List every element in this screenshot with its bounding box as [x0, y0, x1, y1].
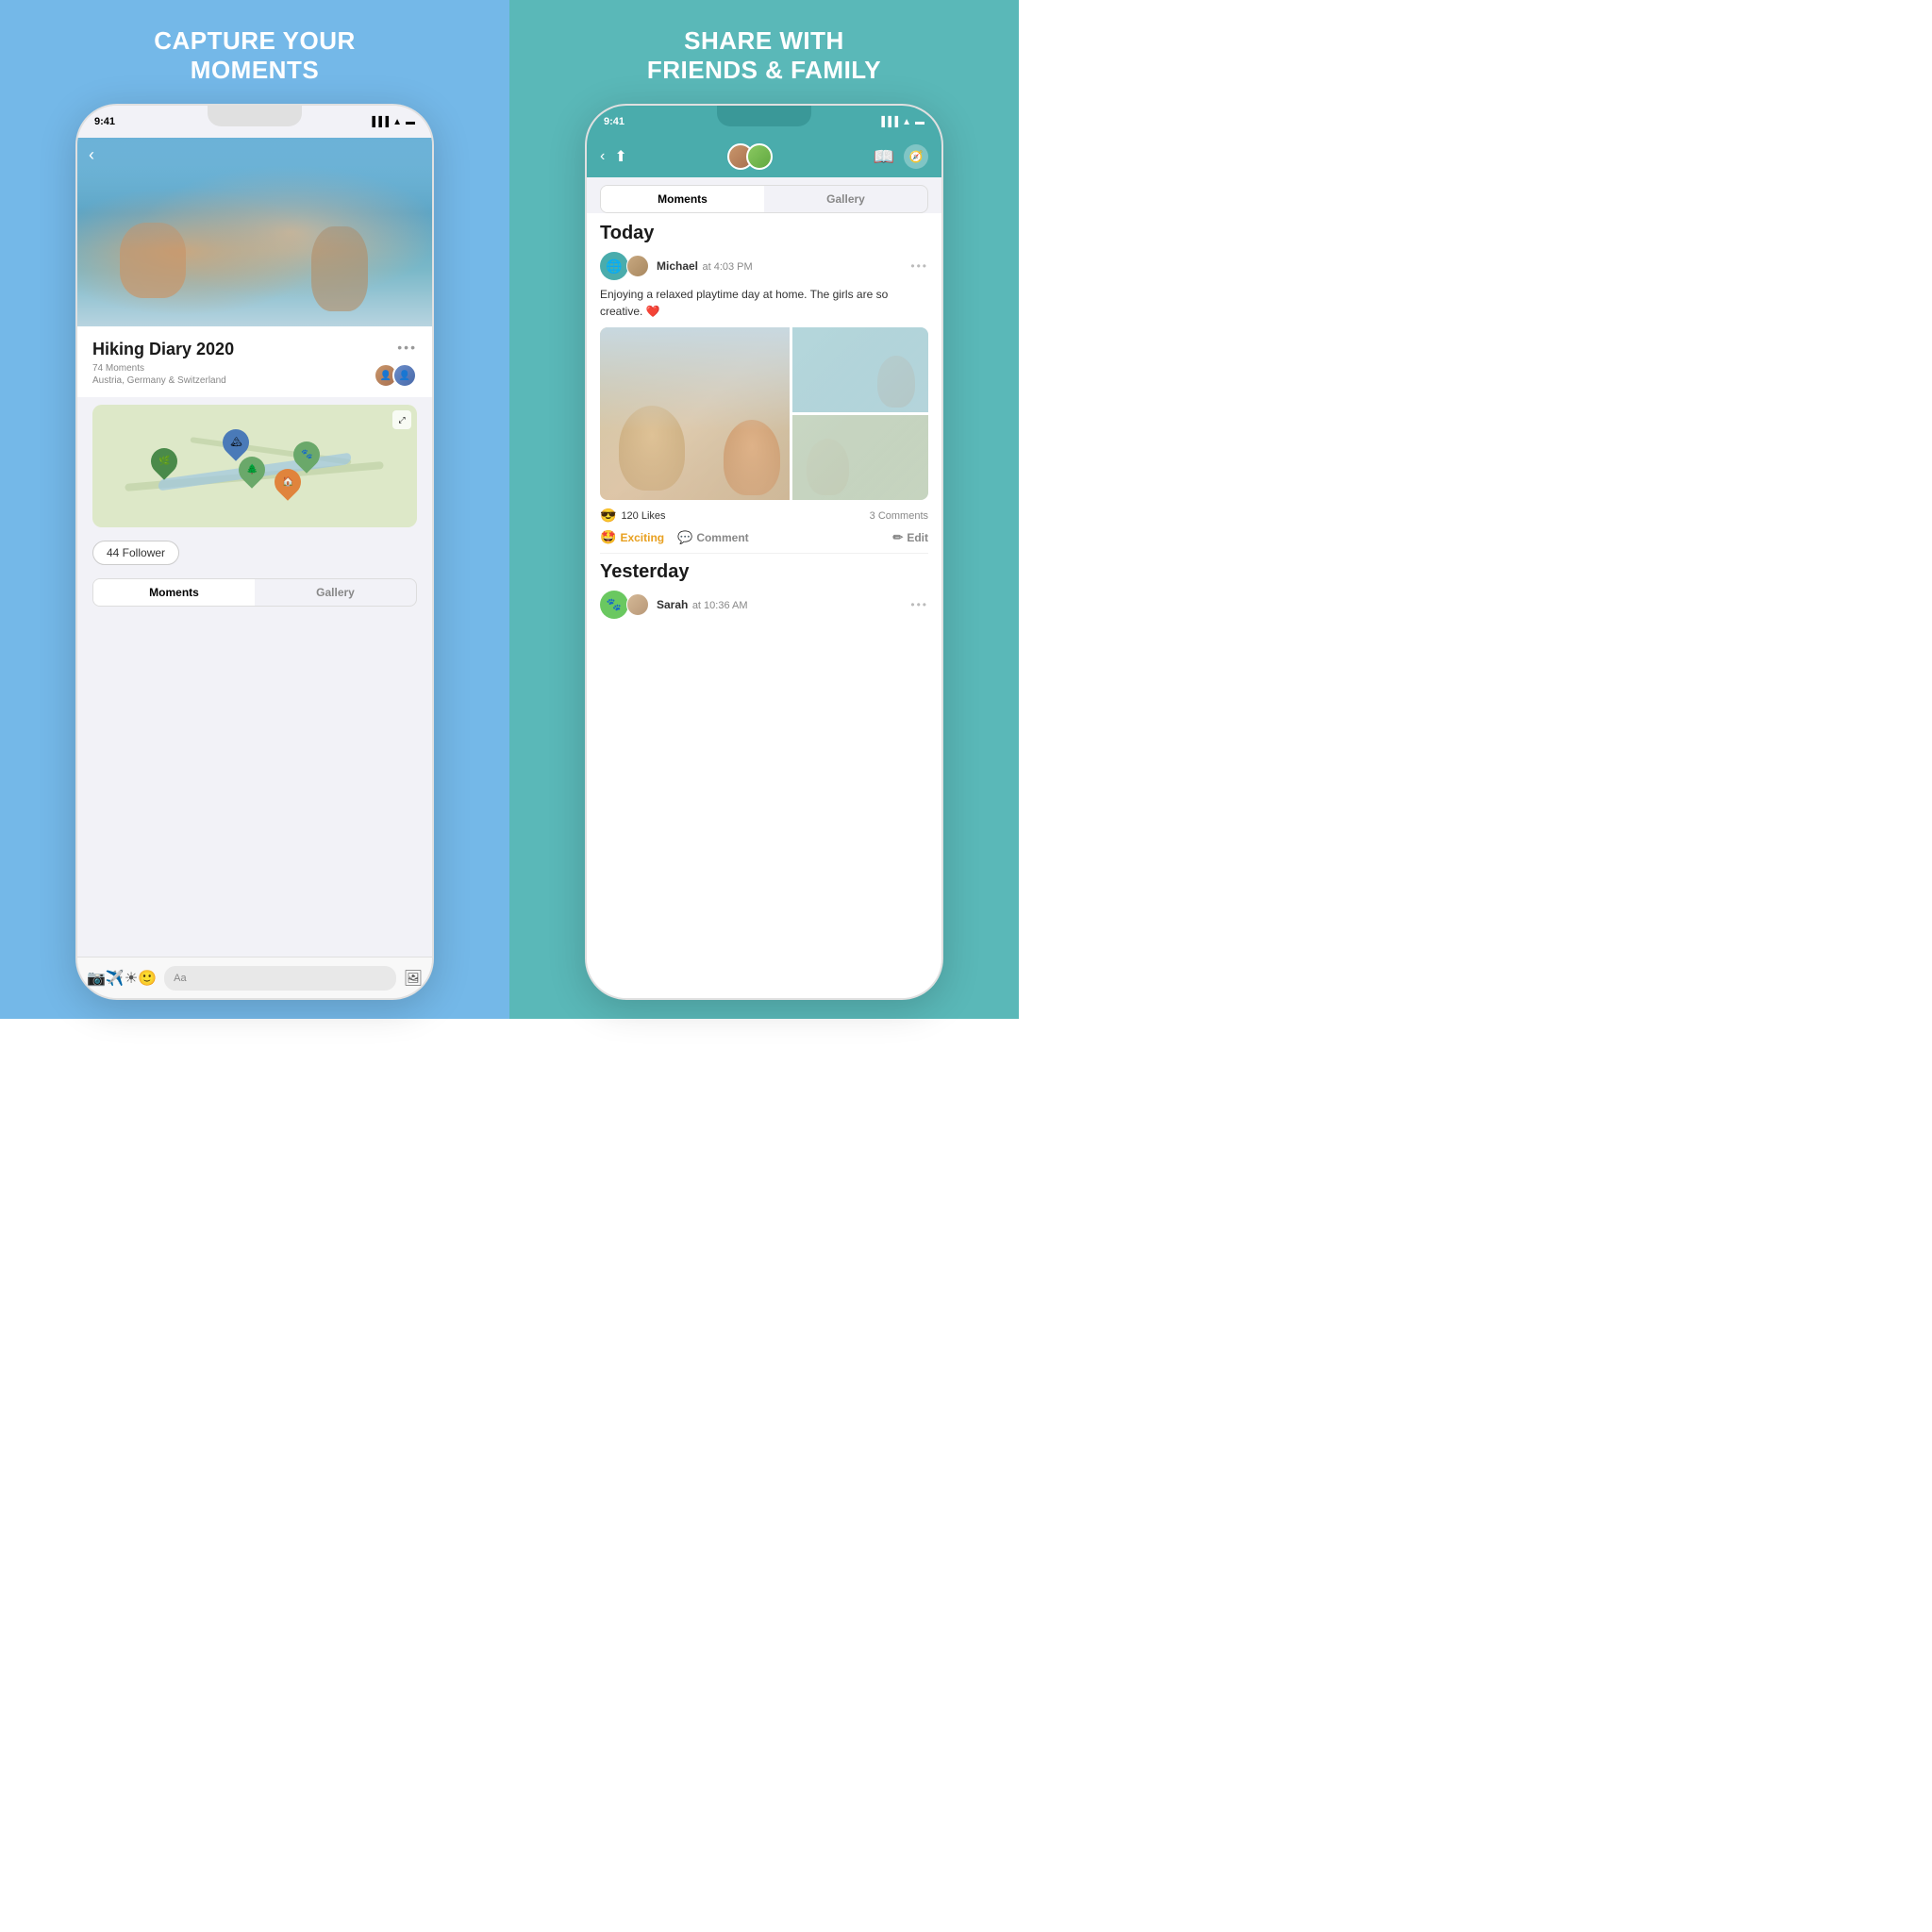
right-phone-header: ‹ ⬆ 📖 🧭 [587, 138, 941, 177]
moments-count: 74 Moments [92, 363, 226, 374]
exciting-label: Exciting [620, 531, 664, 544]
battery-icon: ▬ [406, 117, 415, 127]
right-status-time: 9:41 [604, 116, 625, 127]
yesterday-avatar: 🐾 [600, 591, 628, 619]
text-input[interactable]: Aa [164, 966, 396, 991]
wifi-icon: ▲ [392, 117, 402, 127]
book-icon[interactable]: 📖 [874, 147, 894, 167]
moment-header: 🌐 Michael at 4:03 PM ••• [600, 252, 928, 280]
left-phone: 9:41 ▐▐▐ ▲ ▬ ‹ Hiking Diary 2020 [75, 104, 434, 1000]
tab-moments[interactable]: Moments [93, 579, 255, 606]
notch-right [717, 106, 811, 126]
right-tab-gallery[interactable]: Gallery [764, 186, 927, 212]
tab-gallery[interactable]: Gallery [255, 579, 416, 606]
diary-meta-row: 74 Moments Austria, Germany & Switzerlan… [92, 363, 417, 388]
left-phone-content: ‹ Hiking Diary 2020 ••• 74 Moments Austr… [77, 138, 432, 998]
header-left: ‹ ⬆ [600, 147, 627, 166]
yesterday-time: at 10:36 AM [692, 600, 748, 611]
yesterday-username: Sarah [657, 598, 688, 611]
today-section-title: Today [600, 223, 928, 244]
exciting-emoji: 🤩 [600, 529, 616, 545]
yesterday-user-info: Sarah at 10:36 AM [657, 596, 748, 613]
photo-top-right [792, 327, 928, 412]
edit-label: Edit [907, 531, 928, 544]
image-icon[interactable]: 🖼 [404, 969, 423, 988]
status-icons: ▐▐▐ ▲ ▬ [369, 117, 415, 127]
battery-icon-r: ▬ [915, 117, 924, 127]
status-time: 9:41 [94, 116, 115, 127]
notch [208, 106, 302, 126]
diary-title: Hiking Diary 2020 [92, 340, 234, 359]
likes-row: 😎 120 Likes 3 Comments [600, 508, 928, 524]
header-avatars [727, 143, 773, 170]
avatar-2: 👤 [392, 363, 417, 388]
edit-icon: ✏ [892, 530, 903, 545]
signal-icon: ▐▐▐ [369, 117, 389, 127]
diary-meta: 74 Moments Austria, Germany & Switzerlan… [92, 363, 226, 388]
diary-info: Hiking Diary 2020 ••• 74 Moments Austria… [77, 326, 432, 397]
right-panel-title: SHARE WITH FRIENDS & FAMILY [647, 26, 881, 85]
more-dots-button[interactable]: ••• [397, 340, 417, 355]
photo-main [600, 327, 790, 500]
right-status-bar: 9:41 ▐▐▐ ▲ ▬ [587, 106, 941, 138]
photo-grid [600, 327, 928, 500]
follower-button[interactable]: 44 Follower [92, 541, 179, 565]
moment-user-photo [626, 255, 649, 277]
yesterday-more-button[interactable]: ••• [910, 598, 928, 611]
right-tabs-row: Moments Gallery [600, 185, 928, 213]
back-icon[interactable]: ‹ [600, 148, 605, 165]
map-pin-1: 🌿 [145, 442, 183, 480]
likes-count: 120 Likes [621, 510, 665, 522]
travel-icon[interactable]: ✈️ [106, 969, 125, 988]
exciting-button[interactable]: 🤩 Exciting [600, 529, 664, 545]
yesterday-section: Yesterday 🐾 Sarah at 10:36 AM ••• [600, 561, 928, 619]
diary-location: Austria, Germany & Switzerland [92, 375, 226, 386]
edit-button[interactable]: ✏ Edit [892, 530, 928, 545]
left-panel-title: CAPTURE YOUR MOMENTS [154, 26, 356, 85]
yesterday-title: Yesterday [600, 561, 928, 583]
header-avatar-2 [746, 143, 773, 170]
right-phone: 9:41 ▐▐▐ ▲ ▬ ‹ ⬆ 📖 🧭 Moments [585, 104, 943, 1000]
diary-avatars: 👤 👤 [374, 363, 417, 388]
left-tabs-row: Moments Gallery [92, 578, 417, 607]
camera-icon[interactable]: 📷 [87, 969, 106, 988]
moment-more-button[interactable]: ••• [910, 259, 928, 273]
signal-icon-r: ▐▐▐ [878, 117, 898, 127]
moment-avatar: 🌐 [600, 252, 628, 280]
moment-user-info: Michael at 4:03 PM [657, 258, 753, 275]
map-bg: 🌿 🏔 🐾 🏠 🌲 [92, 405, 417, 527]
sun-icon[interactable]: ☀ [125, 969, 138, 988]
right-tab-moments[interactable]: Moments [601, 186, 764, 212]
wifi-icon-r: ▲ [902, 117, 911, 127]
comment-icon: 💬 [677, 530, 692, 545]
moment-username: Michael [657, 259, 698, 273]
action-row: 🤩 Exciting 💬 Comment ✏ Edit [600, 529, 928, 554]
comments-count: 3 Comments [870, 510, 928, 522]
right-status-icons: ▐▐▐ ▲ ▬ [878, 117, 924, 127]
moment-text: Enjoying a relaxed playtime day at home.… [600, 286, 928, 320]
yesterday-header: 🐾 Sarah at 10:36 AM ••• [600, 591, 928, 619]
moment-time: at 4:03 PM [702, 261, 752, 273]
comment-label: Comment [696, 531, 748, 544]
photo-bottom-right [792, 415, 928, 500]
bottom-toolbar: 📷 ✈️ ☀ 🙂 Aa 🖼 [77, 957, 432, 998]
reaction-emoji: 😎 [600, 508, 616, 524]
right-panel: SHARE WITH FRIENDS & FAMILY 9:41 ▐▐▐ ▲ ▬… [509, 0, 1019, 1019]
map-container[interactable]: 🌿 🏔 🐾 🏠 🌲 ⤢ [92, 405, 417, 527]
compass-icon[interactable]: 🧭 [904, 144, 928, 169]
comment-button[interactable]: 💬 Comment [677, 530, 749, 545]
header-right: 📖 🧭 [874, 144, 928, 169]
emoji-icon[interactable]: 🙂 [138, 969, 157, 988]
hero-photo: ‹ [77, 138, 432, 326]
right-content: Today 🌐 Michael at 4:03 PM ••• Enjoying … [587, 213, 941, 998]
yesterday-user-photo [626, 593, 649, 616]
map-expand-button[interactable]: ⤢ [392, 410, 411, 429]
diary-title-row: Hiking Diary 2020 ••• [92, 340, 417, 359]
share-icon[interactable]: ⬆ [614, 147, 626, 166]
left-status-bar: 9:41 ▐▐▐ ▲ ▬ [77, 106, 432, 138]
back-button[interactable]: ‹ [89, 145, 94, 165]
likes-left: 😎 120 Likes [600, 508, 666, 524]
left-panel: CAPTURE YOUR MOMENTS 9:41 ▐▐▐ ▲ ▬ ‹ [0, 0, 509, 1019]
